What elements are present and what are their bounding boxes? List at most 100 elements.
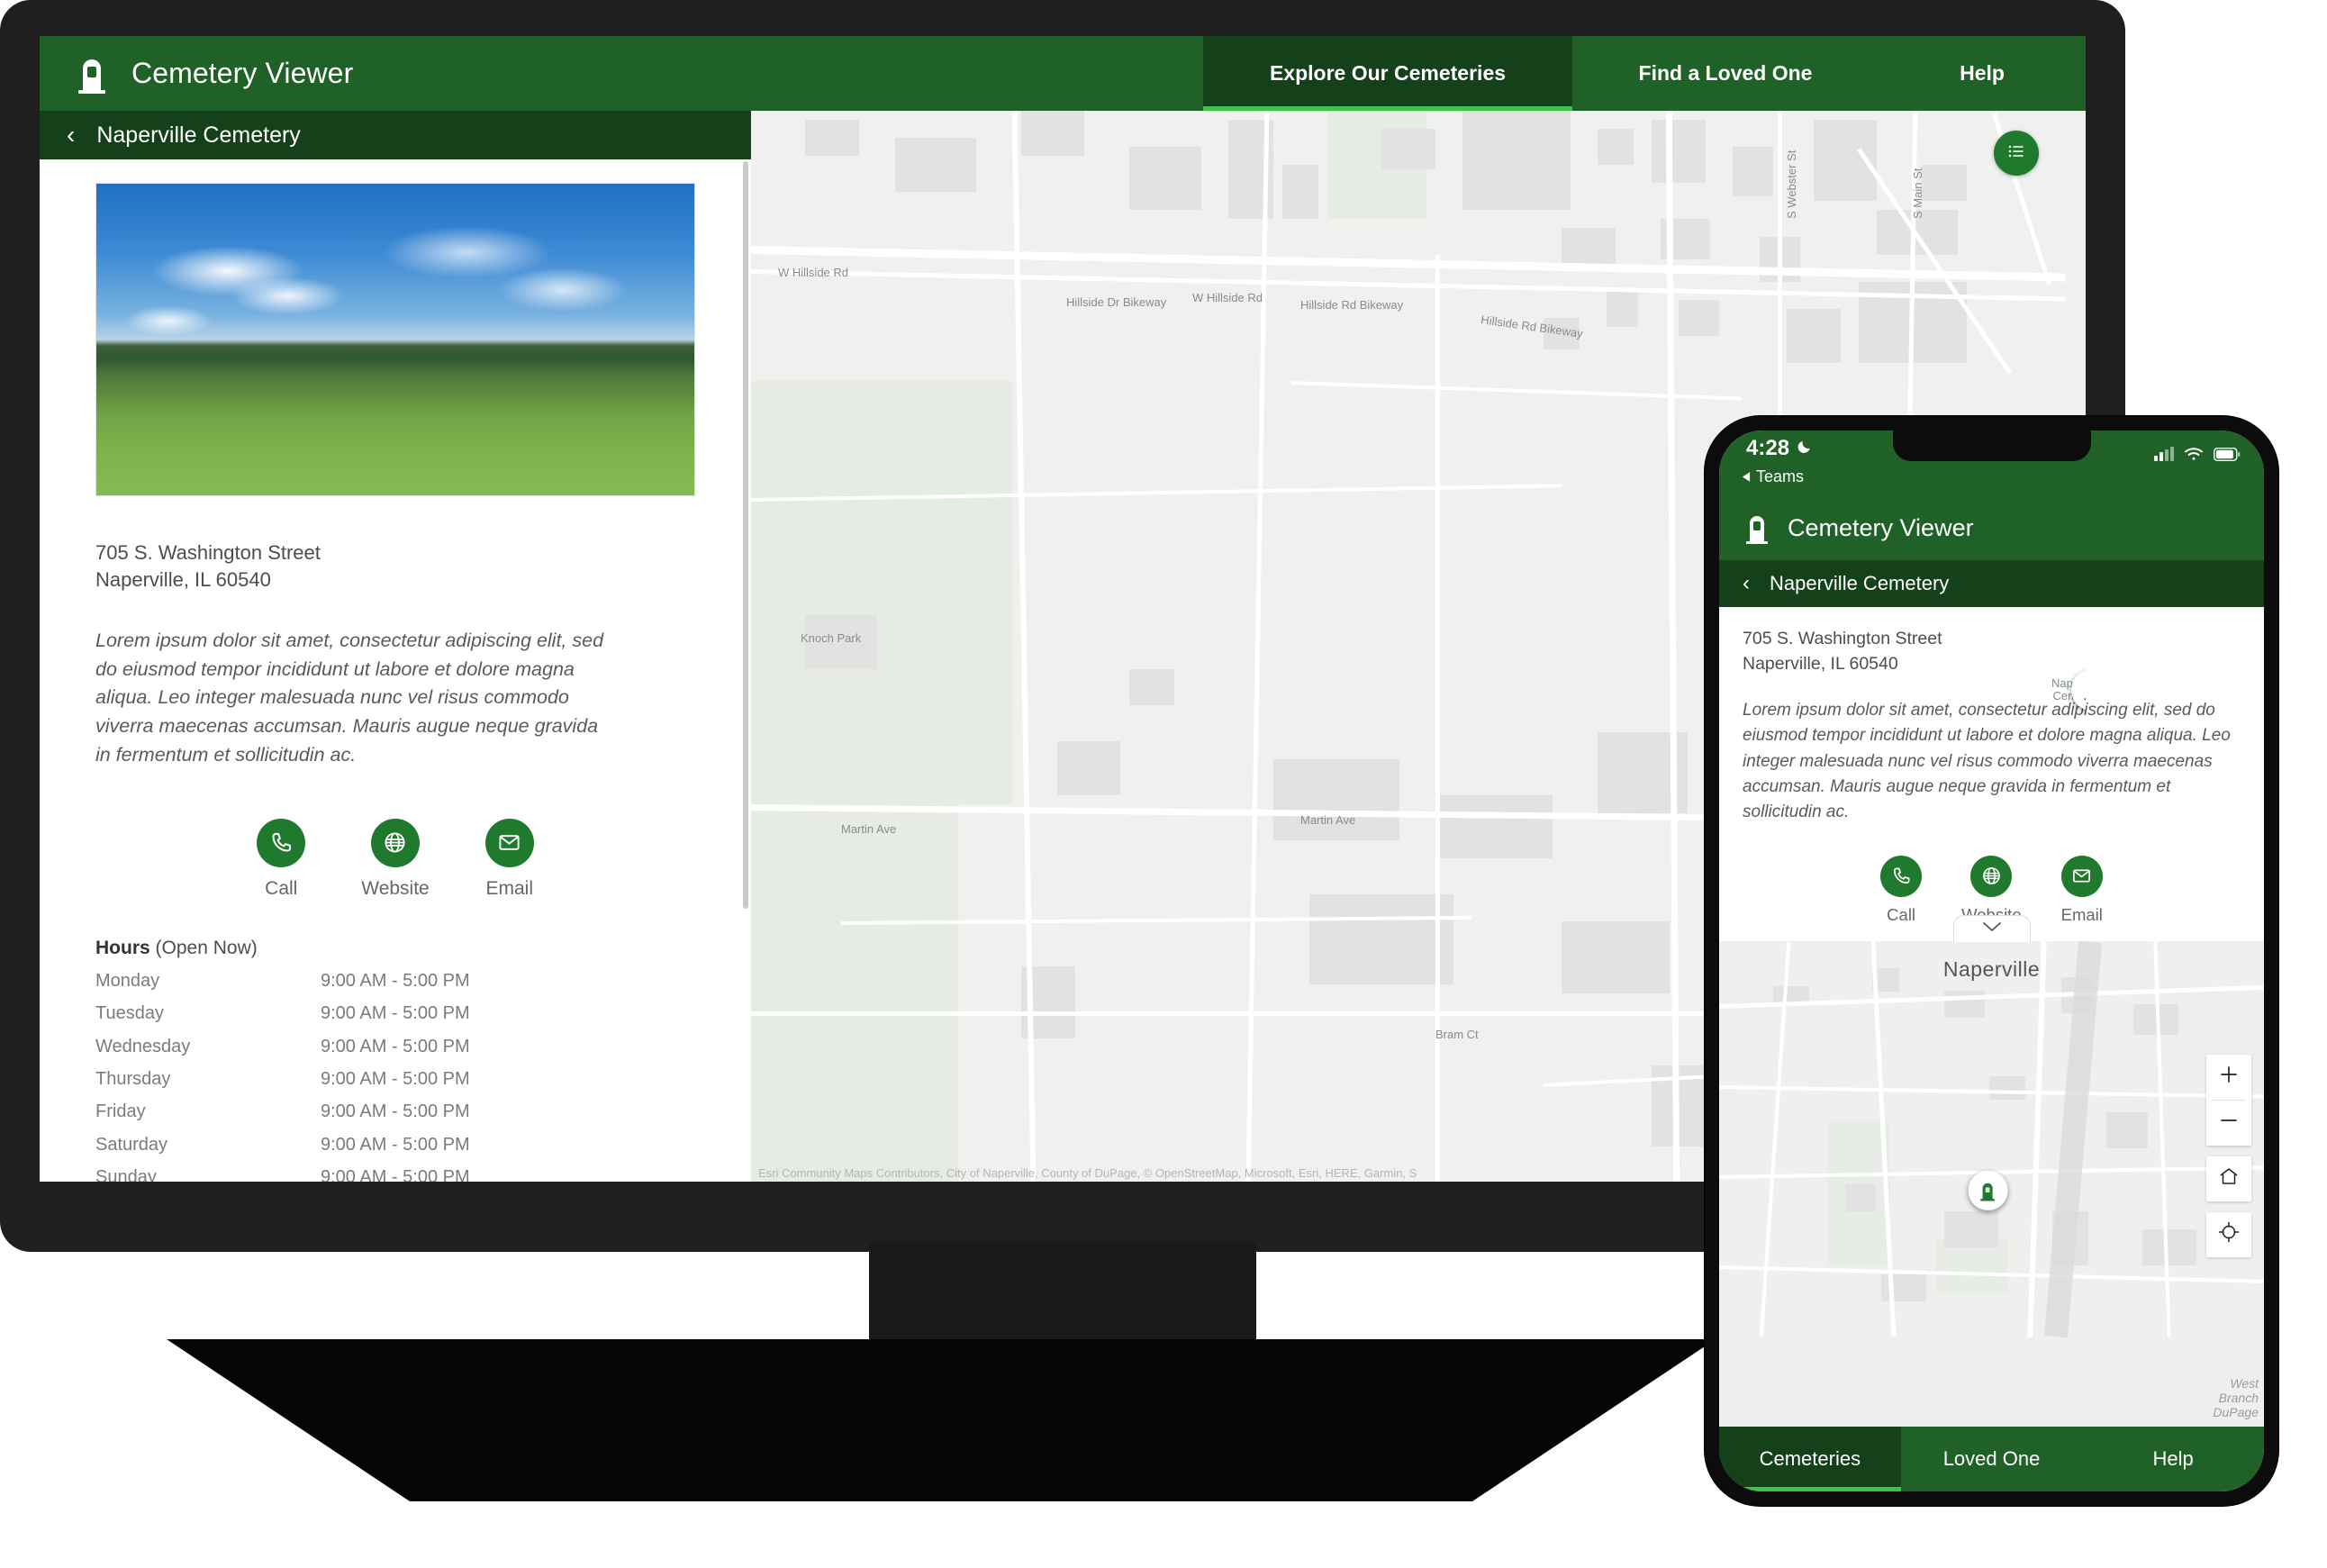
globe-icon: [1970, 855, 2013, 897]
phone-icon: [257, 818, 306, 867]
envelope-icon: [2060, 855, 2103, 897]
status-back-label: Teams: [1756, 467, 1805, 485]
phone-status-bar: 4:28 Teams: [1719, 431, 2264, 495]
hours-day: Monday: [95, 970, 160, 991]
attrib-line-3: DuPage: [2213, 1404, 2259, 1419]
zoom-in-button[interactable]: [2206, 1055, 2251, 1100]
table-row: Saturday 9:00 AM - 5:00 PM: [95, 1128, 695, 1161]
triangle-left-icon: [1743, 467, 1751, 486]
table-row: Tuesday 9:00 AM - 5:00 PM: [95, 997, 695, 1029]
map-list-button[interactable]: [1994, 131, 2039, 176]
email-button[interactable]: Email: [484, 818, 534, 900]
phone-screen: 4:28 Teams Cemetery Viewer ‹ Naperville …: [1719, 431, 2264, 1491]
map-label-martin-ave-2: Martin Ave: [1300, 813, 1356, 827]
hours-day: Tuesday: [95, 1003, 164, 1024]
phone-description: Lorem ipsum dolor sit amet, consectetur …: [1743, 701, 2231, 821]
hours-day: Wednesday: [95, 1036, 191, 1056]
hours-day: Sunday: [95, 1167, 157, 1182]
call-label: Call: [265, 877, 298, 899]
map-label-w-hillside-rd-2: W Hillside Rd: [1192, 291, 1263, 304]
hours-day: Saturday: [95, 1134, 168, 1155]
hours-time: 9:00 AM - 5:00 PM: [321, 1167, 470, 1182]
crosshair-locate-icon: [2218, 1221, 2240, 1247]
chevron-down-icon: [1981, 920, 2003, 938]
cemetery-detail-panel: ‹ Naperville Cemetery 705 S. Washington …: [40, 111, 751, 1182]
plus-icon: [2218, 1064, 2240, 1090]
phone-map-controls: [2206, 1054, 2251, 1257]
call-button[interactable]: Call: [257, 818, 306, 900]
detail-subheader: ‹ Naperville Cemetery: [40, 111, 751, 159]
table-row: Wednesday 9:00 AM - 5:00 PM: [95, 1030, 695, 1063]
phone-app-bar: Cemetery Viewer: [1719, 495, 2264, 560]
collapse-panel-button[interactable]: [1952, 914, 2031, 942]
detail-title: Naperville Cemetery: [96, 122, 301, 148]
phone-detail-subheader: ‹ Naperville Cemetery: [1719, 560, 2264, 607]
address-block: 705 S. Washington Street Naperville, IL …: [40, 496, 751, 594]
monitor-stand-base: [167, 1339, 1716, 1501]
hours-block: Hours (Open Now) Monday 9:00 AM - 5:00 P…: [40, 900, 751, 1182]
cemetery-description: Lorem ipsum dolor sit amet, consectetur …: [95, 629, 604, 766]
tab-label: Loved One: [1942, 1447, 2041, 1470]
map-label-w-hillside-rd: W Hillside Rd: [778, 266, 849, 279]
headstone-icon: [1744, 512, 1770, 545]
tab-help[interactable]: Help: [2082, 1427, 2264, 1491]
home-control: [2206, 1156, 2251, 1201]
hours-heading: Hours (Open Now): [95, 938, 695, 959]
globe-icon: [370, 818, 420, 867]
map-home-button[interactable]: [2206, 1156, 2251, 1201]
chevron-left-icon[interactable]: ‹: [67, 122, 75, 148]
phone-email-label: Email: [2060, 904, 2103, 924]
map-label-s-webster-st: S Webster St: [1785, 150, 1798, 219]
phone-address-line-1: 705 S. Washington Street: [1743, 629, 1942, 648]
nav-label: Find a Loved One: [1638, 61, 1813, 85]
status-time: 4:28: [1746, 436, 1790, 460]
tab-loved-one[interactable]: Loved One: [1901, 1427, 2083, 1491]
chevron-left-icon[interactable]: ‹: [1743, 571, 1750, 596]
phone-email-button[interactable]: Email: [2060, 855, 2103, 925]
phone-app-title: Cemetery Viewer: [1788, 513, 1974, 541]
hours-day: Friday: [95, 1101, 146, 1122]
hours-time: 9:00 AM - 5:00 PM: [321, 970, 470, 991]
nav-item-help[interactable]: Help: [1879, 36, 2086, 111]
map-label-hillside-rd-bikeway: Hillside Rd Bikeway: [1300, 298, 1404, 312]
detail-panel-scrollbar[interactable]: [743, 161, 748, 909]
tab-cemeteries[interactable]: Cemeteries: [1719, 1427, 1901, 1491]
tab-label: Help: [2152, 1447, 2194, 1470]
phone-detail-title: Naperville Cemetery: [1770, 572, 1950, 594]
hours-heading-label: Hours: [95, 937, 150, 958]
phone-call-button[interactable]: Call: [1880, 855, 1923, 925]
zoom-out-button[interactable]: [2206, 1101, 2251, 1146]
mobile-phone-device: 4:28 Teams Cemetery Viewer ‹ Naperville …: [1705, 416, 2278, 1506]
locate-control: [2206, 1211, 2251, 1257]
nav-label: Explore Our Cemeteries: [1269, 61, 1507, 85]
phone-address-line-2: Naperville, IL 60540: [1743, 653, 1898, 674]
attrib-line-2: Branch: [2218, 1390, 2259, 1405]
website-button[interactable]: Website: [361, 818, 430, 900]
email-label: Email: [485, 877, 533, 899]
monitor-stand-neck: [869, 1243, 1256, 1346]
phone-notch: [1892, 431, 2091, 461]
phone-map-marker[interactable]: [1968, 1171, 2008, 1211]
nav-item-find-a-loved-one[interactable]: Find a Loved One: [1572, 36, 1879, 111]
map-label-hillside-rd-bikeway-2: Hillside Rd Bikeway: [1480, 313, 1584, 340]
status-back-to-teams[interactable]: Teams: [1743, 467, 1804, 486]
zoom-controls: [2206, 1054, 2251, 1146]
hours-day: Thursday: [95, 1068, 171, 1089]
map-locate-button[interactable]: [2206, 1212, 2251, 1257]
phone-call-label: Call: [1887, 904, 1916, 924]
table-row: Monday 9:00 AM - 5:00 PM: [95, 965, 695, 997]
map-label-hillside-dr-bikeway: Hillside Dr Bikeway: [1066, 295, 1167, 309]
map-label-bram-ct: Bram Ct: [1435, 1028, 1479, 1041]
website-label: Website: [361, 877, 430, 899]
list-icon: [2006, 140, 2027, 167]
main-nav: Explore Our Cemeteries Find a Loved One …: [1203, 36, 2086, 111]
crescent-moon-icon: [1797, 436, 1814, 461]
app-title: Cemetery Viewer: [131, 57, 354, 89]
phone-map[interactable]: Naperville West Branch DuPage: [1719, 940, 2264, 1427]
envelope-icon: [484, 818, 534, 867]
detail-scroll-area[interactable]: 705 S. Washington Street Naperville, IL …: [40, 159, 751, 1182]
address-line-1: 705 S. Washington Street: [95, 541, 321, 564]
nav-item-explore-our-cemeteries[interactable]: Explore Our Cemeteries: [1203, 36, 1572, 111]
cemetery-landscape-photo: [96, 184, 694, 495]
hours-time: 9:00 AM - 5:00 PM: [321, 1068, 470, 1089]
